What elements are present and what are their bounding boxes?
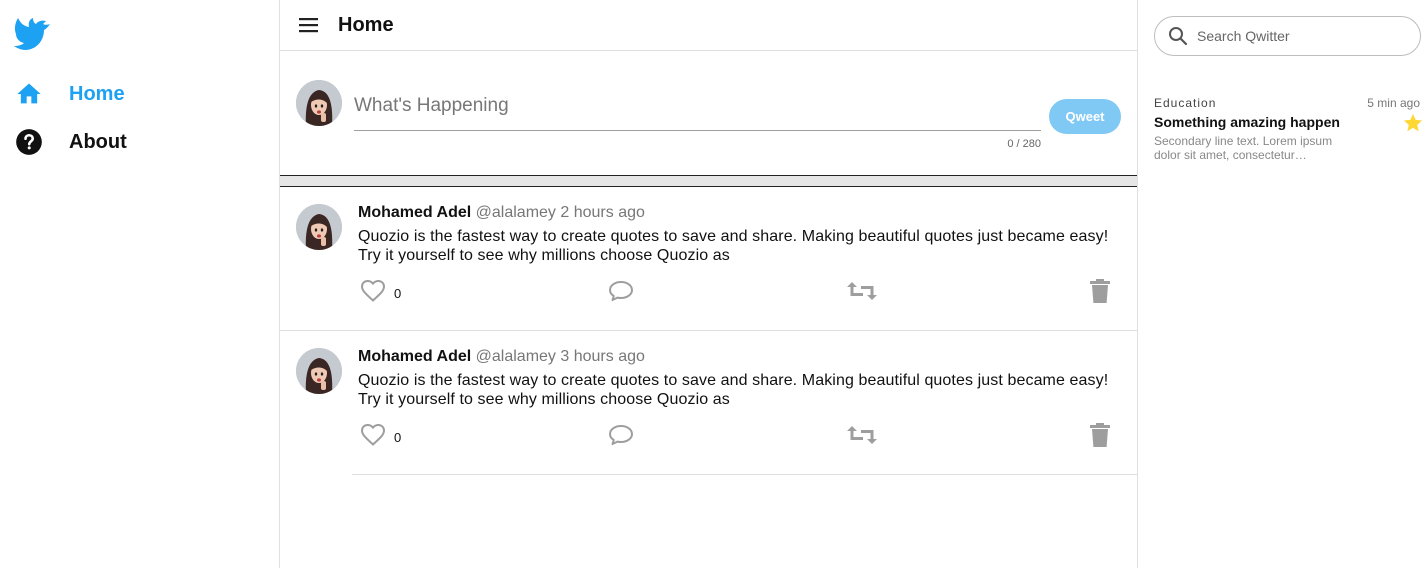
tweet-separator bbox=[352, 474, 1137, 475]
char-counter: 0 / 280 bbox=[1007, 138, 1041, 150]
avatar[interactable] bbox=[296, 204, 342, 250]
trash-icon bbox=[1088, 278, 1112, 309]
search-icon bbox=[1168, 26, 1188, 46]
trend-category: Education bbox=[1154, 96, 1217, 110]
trend-title: Something amazing happen bbox=[1154, 114, 1340, 130]
qweet-button[interactable]: Qweet bbox=[1049, 99, 1121, 134]
hamburger-menu-icon[interactable] bbox=[298, 14, 320, 36]
top-bar: Home bbox=[280, 0, 1137, 51]
left-sidebar: Home About bbox=[0, 0, 280, 568]
tweet-time: 3 hours ago bbox=[560, 348, 645, 365]
bird-logo-icon[interactable] bbox=[12, 14, 52, 54]
sidebar-item-home[interactable]: Home bbox=[14, 76, 264, 112]
search-box[interactable] bbox=[1154, 16, 1421, 56]
search-input[interactable] bbox=[1197, 26, 1407, 46]
app-root: Home About Home What's Happening 0 / 280… bbox=[0, 0, 1427, 568]
avatar bbox=[296, 80, 342, 126]
tweet-author[interactable]: Mohamed Adel bbox=[358, 348, 471, 365]
tweet-actions: 0 bbox=[358, 278, 1114, 309]
tweet-time: 2 hours ago bbox=[560, 204, 645, 221]
trend-item[interactable]: Education 5 min ago Something amazing ha… bbox=[1154, 94, 1424, 166]
retweet-icon bbox=[846, 279, 878, 308]
tweet-header: Mohamed Adel @alalamey 2 hours ago bbox=[358, 204, 645, 222]
sidebar-item-label: Home bbox=[69, 82, 125, 105]
reply-button[interactable] bbox=[607, 279, 635, 307]
compose-input[interactable] bbox=[354, 87, 1041, 131]
delete-button[interactable] bbox=[1088, 422, 1112, 453]
tweet-actions: 0 bbox=[358, 422, 1114, 453]
tweet-text: Quozio is the fastest way to create quot… bbox=[358, 372, 1109, 408]
tweet-header: Mohamed Adel @alalamey 3 hours ago bbox=[358, 348, 645, 366]
comment-icon bbox=[607, 279, 635, 308]
tweet-card: Mohamed Adel @alalamey 2 hours ago Quozi… bbox=[280, 187, 1137, 331]
retweet-button[interactable] bbox=[846, 423, 878, 451]
trend-time: 5 min ago bbox=[1367, 96, 1420, 110]
sidebar-item-about[interactable]: About bbox=[14, 124, 264, 160]
page-title: Home bbox=[338, 14, 394, 36]
delete-button[interactable] bbox=[1088, 278, 1112, 309]
like-button[interactable]: 0 bbox=[360, 423, 401, 451]
compose-box: 0 / 280 Qweet bbox=[280, 51, 1137, 175]
trash-icon bbox=[1088, 422, 1112, 453]
like-count: 0 bbox=[394, 429, 402, 445]
tweet-handle[interactable]: @alalamey bbox=[476, 348, 556, 365]
tweet-author[interactable]: Mohamed Adel bbox=[358, 204, 471, 221]
like-button[interactable]: 0 bbox=[360, 279, 401, 307]
feed-divider bbox=[280, 175, 1137, 187]
tweet-handle[interactable]: @alalamey bbox=[476, 204, 556, 221]
trend-secondary-text: Secondary line text. Lorem ipsum dolor s… bbox=[1154, 134, 1333, 162]
avatar[interactable] bbox=[296, 348, 342, 394]
comment-icon bbox=[607, 423, 635, 452]
tweet-text: Quozio is the fastest way to create quot… bbox=[358, 228, 1109, 264]
home-icon bbox=[14, 79, 44, 109]
help-circle-icon bbox=[14, 127, 44, 157]
right-sidebar: Education 5 min ago Something amazing ha… bbox=[1138, 0, 1427, 568]
retweet-button[interactable] bbox=[846, 279, 878, 307]
heart-outline-icon bbox=[360, 279, 386, 308]
tweet-card: Mohamed Adel @alalamey 3 hours ago Quozi… bbox=[280, 331, 1137, 475]
sidebar-item-label: About bbox=[69, 130, 127, 153]
heart-outline-icon bbox=[360, 423, 386, 452]
reply-button[interactable] bbox=[607, 423, 635, 451]
retweet-icon bbox=[846, 423, 878, 452]
star-icon[interactable] bbox=[1402, 112, 1424, 134]
like-count: 0 bbox=[394, 285, 402, 301]
main-feed: Home 0 / 280 Qweet bbox=[280, 0, 1138, 568]
